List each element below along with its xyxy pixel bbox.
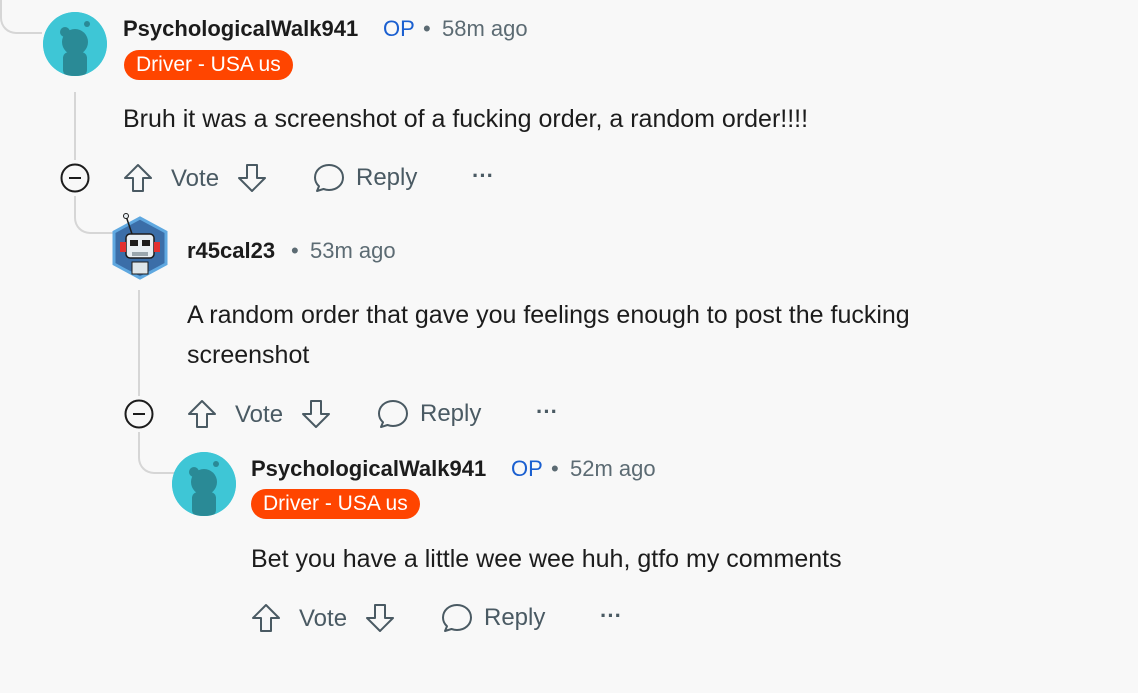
reply-label: Reply bbox=[356, 164, 418, 191]
separator: • bbox=[291, 238, 299, 263]
username[interactable]: r45cal23 bbox=[187, 238, 275, 264]
upvote-icon bbox=[124, 164, 152, 192]
avatar[interactable] bbox=[43, 12, 107, 76]
upvote-button[interactable] bbox=[186, 398, 218, 430]
reply-icon bbox=[314, 164, 344, 192]
reply-icon bbox=[442, 604, 472, 632]
vote-count: Vote bbox=[235, 401, 284, 428]
downvote-icon bbox=[238, 164, 266, 192]
username[interactable]: PsychologicalWalk941 bbox=[123, 16, 358, 42]
avatar[interactable] bbox=[172, 452, 236, 516]
vote-count: Vote bbox=[299, 605, 348, 632]
separator: • bbox=[423, 16, 431, 41]
more-options-button[interactable]: ··· bbox=[536, 399, 558, 425]
reply-button[interactable]: Reply bbox=[312, 162, 417, 194]
more-options-button[interactable]: ··· bbox=[472, 163, 494, 189]
reply-label: Reply bbox=[420, 400, 482, 427]
username[interactable]: PsychologicalWalk941 bbox=[251, 456, 486, 482]
upvote-icon bbox=[252, 604, 280, 632]
reply-label: Reply bbox=[484, 604, 546, 631]
separator: • bbox=[551, 456, 559, 481]
downvote-button[interactable] bbox=[364, 602, 396, 634]
thread-connector bbox=[0, 0, 42, 34]
timestamp[interactable]: 58m ago bbox=[442, 16, 528, 42]
thread-line bbox=[74, 92, 76, 160]
snoo-avatar-icon bbox=[43, 12, 107, 76]
upvote-button[interactable] bbox=[250, 602, 282, 634]
thread-connector bbox=[138, 432, 176, 474]
comment-body: Bruh it was a screenshot of a fucking or… bbox=[123, 105, 809, 133]
collapse-icon[interactable] bbox=[60, 163, 90, 193]
upvote-icon bbox=[188, 400, 216, 428]
thread-line bbox=[138, 290, 140, 396]
timestamp[interactable]: 53m ago bbox=[310, 238, 396, 264]
avatar[interactable] bbox=[110, 212, 170, 282]
user-flair: Driver - USA us bbox=[251, 489, 420, 519]
thread-connector bbox=[74, 196, 114, 234]
downvote-icon bbox=[302, 400, 330, 428]
user-flair: Driver - USA us bbox=[124, 50, 293, 80]
robot-avatar-icon bbox=[112, 213, 168, 280]
op-badge: OP bbox=[383, 16, 415, 41]
vote-count: Vote bbox=[171, 165, 220, 192]
op-badge: OP bbox=[511, 456, 543, 481]
snoo-avatar-icon bbox=[172, 452, 236, 516]
collapse-icon[interactable] bbox=[124, 399, 154, 429]
timestamp[interactable]: 52m ago bbox=[570, 456, 656, 482]
upvote-button[interactable] bbox=[122, 162, 154, 194]
comment-body: A random order that gave you feelings en… bbox=[187, 301, 910, 369]
comment-body: Bet you have a little wee wee huh, gtfo … bbox=[251, 545, 842, 573]
reply-button[interactable]: Reply bbox=[376, 398, 481, 430]
more-options-button[interactable]: ··· bbox=[600, 603, 622, 629]
reply-icon bbox=[378, 400, 408, 428]
downvote-button[interactable] bbox=[236, 162, 268, 194]
downvote-icon bbox=[366, 604, 394, 632]
reply-button[interactable]: Reply bbox=[440, 602, 545, 634]
downvote-button[interactable] bbox=[300, 398, 332, 430]
